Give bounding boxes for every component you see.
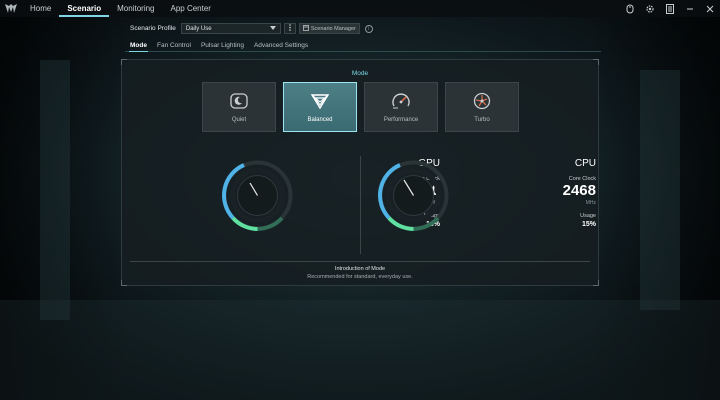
mode-option-performance[interactable]: Performance	[364, 82, 438, 132]
scenario-profile-dropdown[interactable]: Daily Use	[180, 23, 281, 34]
settings-gear-icon[interactable]	[640, 0, 660, 17]
mode-options: Quiet Balanced Performance Turbo	[202, 82, 519, 132]
scenario-profile-label: Scenario Profile	[130, 25, 176, 32]
mode-option-label: Balanced	[307, 117, 333, 123]
minimize-icon[interactable]	[680, 0, 700, 17]
scenario-profile-value: Daily Use	[185, 25, 212, 32]
device-icon[interactable]	[620, 0, 640, 17]
top-navigation-bar: Home Scenario Monitoring App Center	[0, 0, 720, 17]
scenario-subtabs: Mode Fan Control Pulsar Lighting Advance…	[125, 39, 601, 52]
cpu-name: CPU	[574, 158, 596, 169]
subtab-fan-control[interactable]: Fan Control	[152, 39, 196, 51]
scenario-manager-icon	[302, 24, 309, 33]
nav-tab-monitoring[interactable]: Monitoring	[109, 0, 162, 17]
intro-divider	[130, 261, 590, 262]
cpu-info: CPU Core Clock 2468 MHz Usage 15%	[516, 158, 596, 228]
mode-option-turbo[interactable]: Turbo	[445, 82, 519, 132]
cpu-clock-value: 2468	[562, 182, 596, 199]
mode-option-label: Performance	[383, 117, 419, 123]
mode-title: Mode	[351, 70, 369, 77]
performance-mode-icon	[391, 91, 411, 111]
cpu-usage-label: Usage	[580, 213, 596, 219]
subtab-pulsar-lighting[interactable]: Pulsar Lighting	[196, 39, 249, 51]
menu-grid-icon[interactable]	[660, 0, 680, 17]
intro-description: Recommended for standard, everyday use.	[307, 274, 413, 280]
quiet-mode-icon	[229, 91, 249, 111]
subtab-advanced-settings[interactable]: Advanced Settings	[249, 39, 313, 51]
more-options-button[interactable]	[283, 23, 296, 34]
scenario-manager-label: Scenario Manager	[310, 25, 356, 32]
mode-option-balanced[interactable]: Balanced	[283, 82, 357, 132]
nav-tab-app-center[interactable]: App Center	[163, 0, 219, 17]
scenario-profile-row: Scenario Profile Daily Use Scenario Mana…	[130, 22, 373, 35]
scenario-manager-button[interactable]: Scenario Manager	[298, 23, 360, 34]
cpu-metric: CPU Core Clock 2468 MHz Usage 15%	[376, 158, 596, 253]
more-vertical-icon	[289, 24, 291, 33]
gpu-gauge	[222, 160, 293, 231]
nav-tab-home[interactable]: Home	[22, 0, 59, 17]
mode-option-label: Quiet	[231, 117, 247, 123]
mode-option-quiet[interactable]: Quiet	[202, 82, 276, 132]
balanced-mode-icon	[310, 91, 330, 111]
mode-option-label: Turbo	[474, 117, 490, 123]
nav-tab-scenario[interactable]: Scenario	[59, 0, 109, 17]
cpu-usage-value: 15%	[581, 221, 596, 228]
subtab-mode[interactable]: Mode	[125, 39, 152, 52]
mode-panel: Mode Quiet Balanced Performance Turbo GP…	[121, 59, 599, 286]
predator-logo-icon	[0, 0, 22, 17]
mode-introduction: Introduction of Mode Recommended for sta…	[122, 266, 598, 280]
intro-title: Introduction of Mode	[334, 266, 386, 272]
info-icon[interactable]: i	[364, 24, 373, 33]
chevron-down-icon	[269, 25, 276, 32]
cpu-gauge	[378, 160, 449, 231]
turbo-mode-icon	[472, 91, 492, 111]
cpu-clock-unit: MHz	[585, 200, 596, 206]
close-icon[interactable]	[700, 0, 720, 17]
